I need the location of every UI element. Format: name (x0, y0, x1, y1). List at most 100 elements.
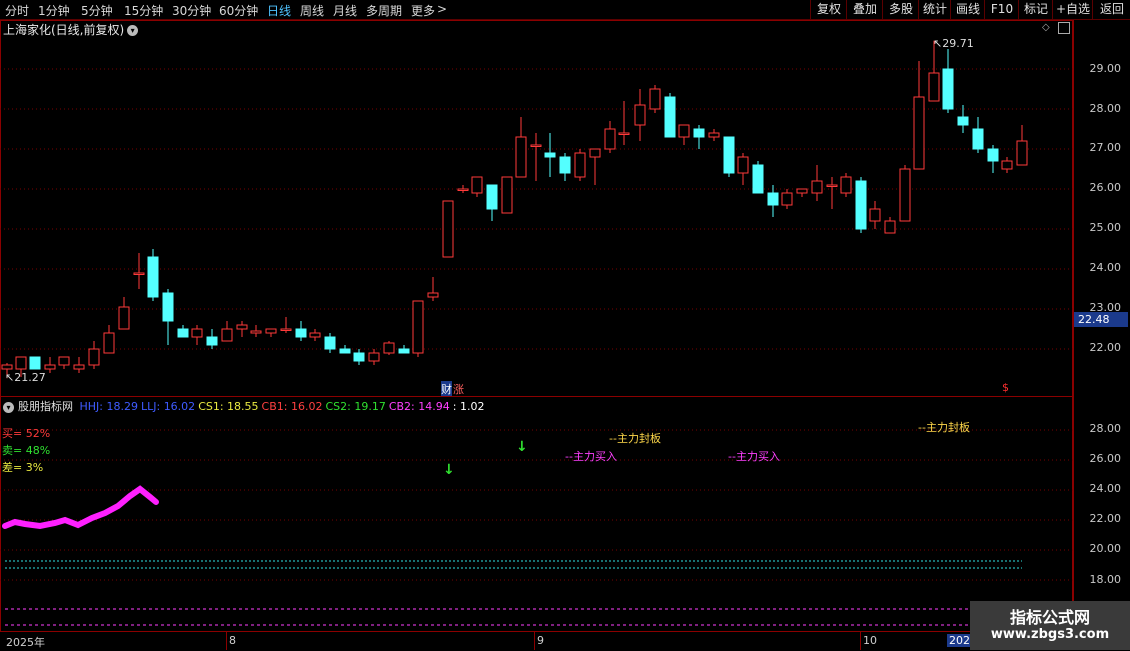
chevron-down-icon[interactable]: ▾ (3, 401, 14, 413)
candle-body (339, 348, 351, 354)
event-marker-dollar[interactable]: $ (1002, 381, 1009, 394)
candle-body (855, 180, 867, 230)
candle-body (1016, 140, 1028, 166)
candle-body (206, 336, 218, 346)
period-tab-1min[interactable]: 1分钟 (38, 2, 70, 19)
candlestick (471, 176, 483, 197)
candlestick (486, 184, 498, 221)
candle-body (559, 156, 571, 174)
candlestick (972, 117, 984, 153)
candlestick (840, 173, 852, 197)
period-tab-30min[interactable]: 30分钟 (172, 2, 211, 19)
add-watchlist-button[interactable]: +自选 (1052, 0, 1093, 19)
indicator-param: LLJ: 16.02 (140, 400, 196, 413)
candlestick (634, 89, 646, 141)
multi-stock-button[interactable]: 多股 (882, 0, 919, 19)
candle-body (737, 156, 749, 174)
candle-body (191, 328, 203, 338)
candle-body (29, 356, 41, 370)
candle-body (515, 136, 527, 178)
indicator-name[interactable]: 股朋指标网 (18, 400, 73, 413)
candlestick (781, 189, 793, 209)
candle-body (58, 356, 70, 366)
candle-body (147, 256, 159, 298)
candle-body (1001, 160, 1013, 170)
back-button[interactable]: 返回 (1092, 0, 1130, 19)
candlestick (339, 345, 351, 354)
candle-body (398, 348, 410, 354)
date-label: 9 (537, 634, 544, 647)
candlestick (942, 49, 954, 113)
candlestick (574, 149, 586, 181)
candlestick (280, 317, 292, 333)
candlestick (73, 357, 85, 373)
candlestick (544, 133, 556, 177)
period-tab-5min[interactable]: 5分钟 (81, 2, 113, 19)
mark-button[interactable]: 标记 (1018, 0, 1053, 19)
candlestick (515, 117, 527, 178)
candle-body (236, 324, 248, 330)
candle-body (44, 364, 56, 370)
candlestick (618, 101, 630, 145)
candle-body (913, 96, 925, 170)
candlestick (191, 325, 203, 345)
period-tab-multi[interactable]: 多周期 (366, 2, 402, 19)
candlestick (88, 341, 100, 369)
candlestick (693, 125, 705, 149)
candlestick (855, 177, 867, 233)
candle-body (604, 128, 616, 150)
period-tab-weekly[interactable]: 周线 (300, 2, 324, 19)
candlestick (913, 61, 925, 170)
event-badge-limit-up[interactable]: 涨 (453, 381, 464, 397)
date-label: 8 (229, 634, 236, 647)
event-badge-finance[interactable]: 财 (441, 381, 452, 397)
candle-body (826, 184, 838, 187)
period-toolbar: 分时 1分钟 5分钟 15分钟 30分钟 60分钟 日线 周线 月线 多周期 更… (0, 0, 1130, 20)
indicator-tick: 20.00 (1089, 542, 1122, 555)
period-tab-monthly[interactable]: 月线 (333, 2, 357, 19)
adjust-button[interactable]: 复权 (810, 0, 847, 19)
arrow-down-icon: ↓ (516, 439, 528, 455)
stats-button[interactable]: 统计 (918, 0, 951, 19)
candle-body (708, 132, 720, 138)
candle-body (73, 364, 85, 370)
candle-body (88, 348, 100, 366)
candle-body (678, 124, 690, 138)
period-tab-60min[interactable]: 60分钟 (219, 2, 258, 19)
overlay-button[interactable]: 叠加 (846, 0, 883, 19)
chevron-right-icon[interactable]: > (437, 2, 447, 16)
candle-body (324, 336, 336, 350)
f10-button[interactable]: F10 (984, 0, 1019, 19)
candlestick (708, 129, 720, 141)
period-tab-15min[interactable]: 15分钟 (124, 2, 163, 19)
candlestick (664, 93, 676, 138)
price-tick: 26.00 (1089, 181, 1122, 194)
draw-button[interactable]: 画线 (950, 0, 985, 19)
indicator-axis: 28.00 26.00 24.00 22.00 20.00 18.00 (1073, 396, 1130, 632)
period-tab-intraday[interactable]: 分时 (5, 2, 29, 19)
watermark-url: www.zbgs3.com (990, 627, 1110, 642)
candlestick (58, 356, 70, 369)
date-label: 10 (863, 634, 877, 647)
indicator-param: CB2: 14.94 (388, 400, 450, 413)
period-tab-daily[interactable]: 日线 (267, 2, 291, 19)
candlestick (412, 300, 424, 357)
candlestick (29, 356, 41, 370)
candlestick (427, 277, 439, 301)
candlestick (501, 176, 513, 214)
candle-body (309, 332, 321, 338)
candle-body (942, 68, 954, 110)
period-tab-more[interactable]: 更多 (411, 2, 435, 19)
candlestick (737, 153, 749, 185)
sell-ratio: 卖= 48% (2, 444, 51, 457)
arrow-down-icon: ↓ (443, 462, 455, 478)
candlestick (589, 148, 601, 185)
candle-body (280, 328, 292, 331)
candlestick (559, 153, 571, 181)
candle-body (457, 188, 469, 191)
indicator-tick: 26.00 (1089, 452, 1122, 465)
candlestick (353, 349, 365, 365)
candlestick (649, 85, 661, 113)
watermark: 指标公式网 www.zbgs3.com (970, 601, 1130, 650)
indicator-param: CB1: 16.02 (261, 400, 323, 413)
